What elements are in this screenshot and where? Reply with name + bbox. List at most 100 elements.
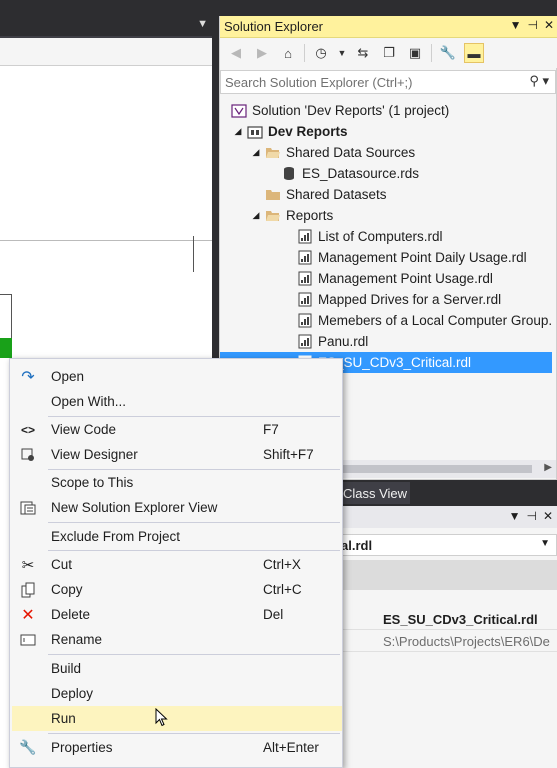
tree-node-report[interactable]: Panu.rdl (296, 331, 368, 352)
solution-label: Solution 'Dev Reports' (1 project) (252, 103, 450, 118)
property-value: ES_SU_CDv3_Critical.rdl (383, 612, 538, 627)
properties-wrench-icon[interactable]: 🔧 (438, 43, 458, 63)
menu-item-run[interactable]: Run (12, 706, 342, 731)
history-icon[interactable]: ◷ (311, 43, 331, 63)
designer-green-bar (0, 338, 12, 358)
menu-item-copy[interactable]: Copy Ctrl+C (12, 577, 342, 602)
menu-item-new-solution-explorer-view[interactable]: New Solution Explorer View (12, 495, 342, 520)
tree-node-reports-folder[interactable]: ◢ Reports (248, 205, 334, 226)
new-view-icon (18, 498, 38, 518)
back-icon[interactable]: ◀ (226, 43, 246, 63)
solution-explorer-title-bar: Solution Explorer ▼ ⊣ ✕ (220, 16, 557, 38)
report-icon (296, 229, 314, 245)
context-menu: ↷ Open Open With... <> View Code F7 View… (9, 358, 343, 768)
menu-item-build[interactable]: Build (12, 656, 342, 681)
collapse-all-icon[interactable]: ❐ (379, 43, 399, 63)
wrench-icon: 🔧 (19, 739, 37, 755)
rename-icon (18, 630, 38, 650)
mouse-cursor-icon (155, 708, 168, 727)
reports-folder-label: Reports (286, 208, 334, 223)
tree-node-solution[interactable]: Solution 'Dev Reports' (1 project) (230, 100, 449, 121)
tab-class-view[interactable]: Class View (340, 482, 410, 504)
code-icon: <> (20, 422, 35, 437)
designer-icon (18, 445, 38, 465)
show-all-files-icon[interactable]: ▣ (405, 43, 425, 63)
property-row[interactable]: S:\Products\Projects\ER6\De (340, 630, 557, 652)
tree-node-datasource[interactable]: ES_Datasource.rds (280, 163, 419, 184)
folder-open-icon (264, 208, 282, 224)
properties-grid: ES_SU_CDv3_Critical.rdl S:\Products\Proj… (340, 606, 557, 666)
folder-open-icon (264, 145, 282, 161)
expand-arrow-icon[interactable]: ◢ (248, 147, 264, 158)
pin-icon[interactable]: ⊣ (527, 18, 537, 32)
menu-item-scope-to-this[interactable]: Scope to This (12, 470, 342, 495)
home-icon[interactable]: ⌂ (278, 43, 298, 63)
search-input[interactable] (225, 73, 505, 91)
solution-explorer-search[interactable]: ⚲ ▾ (220, 70, 556, 94)
tree-node-report[interactable]: Mapped Drives for a Server.rdl (296, 289, 501, 310)
properties-title-bar: ▼ ⊣ ✕ (340, 506, 557, 528)
properties-panel: ▼ ⊣ ✕ al.rdl ▼ ES_SU_CDv3_Critical.rdl S… (340, 506, 557, 768)
search-icon[interactable]: ⚲ ▾ (529, 73, 549, 89)
designer-line (193, 236, 194, 272)
menu-item-open[interactable]: ↷ Open (12, 364, 342, 389)
menu-item-properties[interactable]: 🔧 Properties Alt+Enter (12, 735, 342, 760)
dropdown-icon[interactable]: ▼ (337, 43, 347, 63)
menu-item-exclude-from-project[interactable]: Exclude From Project (12, 524, 342, 549)
tree-node-report[interactable]: Management Point Daily Usage.rdl (296, 247, 527, 268)
tab-dropdown-icon[interactable]: ▼ (197, 18, 208, 30)
panel-menu-icon[interactable]: ▼ (509, 509, 521, 523)
solution-icon (230, 103, 248, 119)
menu-item-cut[interactable]: ✂ Cut Ctrl+X (12, 552, 342, 577)
properties-toolbar (340, 560, 557, 590)
pin-icon[interactable]: ⊣ (526, 509, 536, 523)
shared-data-sources-label: Shared Data Sources (286, 145, 416, 160)
scissors-icon: ✂ (21, 556, 35, 574)
property-value: S:\Products\Projects\ER6\De (383, 634, 550, 649)
project-icon (246, 124, 264, 140)
menu-separator (48, 550, 340, 551)
tree-node-shared-data-sources[interactable]: ◢ Shared Data Sources (248, 142, 416, 163)
shared-datasets-label: Shared Datasets (286, 187, 387, 202)
report-icon (296, 250, 314, 266)
report-icon (296, 271, 314, 287)
expand-arrow-icon[interactable]: ◢ (248, 210, 264, 221)
report-icon (296, 292, 314, 308)
tree-node-project[interactable]: ◢ Dev Reports (230, 121, 348, 142)
object-name: al.rdl (341, 538, 373, 553)
editor-header (0, 38, 212, 66)
menu-item-view-code[interactable]: <> View Code F7 (12, 417, 342, 442)
menu-item-rename[interactable]: Rename (12, 627, 342, 652)
sync-icon[interactable]: ⇆ (353, 43, 373, 63)
forward-icon[interactable]: ▶ (252, 43, 272, 63)
properties-object-selector[interactable]: al.rdl ▼ (340, 534, 557, 556)
tree-node-report[interactable]: List of Computers.rdl (296, 226, 443, 247)
tree-node-shared-datasets[interactable]: Shared Datasets (264, 184, 387, 205)
toolbar-separator (431, 44, 432, 62)
report-label: List of Computers.rdl (318, 229, 443, 244)
report-label: Management Point Usage.rdl (318, 271, 493, 286)
report-icon (296, 334, 314, 350)
report-label: Management Point Daily Usage.rdl (318, 250, 527, 265)
close-icon[interactable]: ✕ (543, 509, 553, 523)
menu-item-view-designer[interactable]: View Designer Shift+F7 (12, 442, 342, 467)
expand-arrow-icon[interactable]: ◢ (230, 126, 246, 137)
menu-item-deploy[interactable]: Deploy (12, 681, 342, 706)
menu-separator (48, 733, 340, 734)
scroll-right-icon[interactable]: ▶ (544, 462, 552, 473)
delete-x-icon: ✕ (21, 606, 35, 624)
close-icon[interactable]: ✕ (544, 18, 554, 32)
report-label: Panu.rdl (318, 334, 369, 349)
panel-menu-icon[interactable]: ▼ (510, 18, 522, 32)
menu-item-open-with[interactable]: Open With... (12, 389, 342, 414)
preview-toggle-icon[interactable]: ▬ (464, 43, 484, 63)
solution-explorer-toolbar: ◀ ▶ ⌂ ◷ ▼ ⇆ ❐ ▣ 🔧 ▬ (220, 38, 557, 68)
report-label: Mapped Drives for a Server.rdl (318, 292, 502, 307)
menu-separator (48, 522, 340, 523)
property-row[interactable]: ES_SU_CDv3_Critical.rdl (340, 608, 557, 630)
menu-item-delete[interactable]: ✕ Delete Del (12, 602, 342, 627)
tree-node-report[interactable]: Memebers of a Local Computer Group. (296, 310, 552, 331)
chevron-down-icon[interactable]: ▼ (540, 538, 550, 549)
copy-icon (18, 580, 38, 600)
tree-node-report[interactable]: Management Point Usage.rdl (296, 268, 493, 289)
